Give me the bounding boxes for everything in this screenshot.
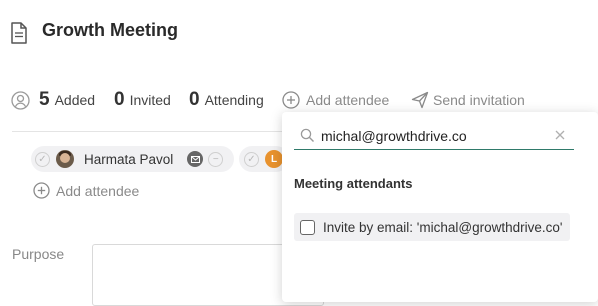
added-label: Added (54, 92, 96, 108)
plus-circle-icon (282, 91, 300, 109)
add-attendee-label: Add attendee (306, 92, 390, 108)
invited-label: Invited (129, 92, 171, 108)
plus-circle-icon (33, 182, 50, 199)
people-icon (11, 91, 30, 115)
avatar: L (265, 150, 283, 168)
remove-icon[interactable]: − (208, 151, 224, 167)
search-input[interactable] (321, 126, 549, 146)
search-box (294, 124, 574, 150)
check-icon[interactable]: ✓ (244, 151, 259, 167)
document-icon (10, 22, 28, 49)
invite-by-email-option[interactable]: Invite by email: 'michal@growthdrive.co' (294, 213, 570, 241)
section-title: Meeting attendants (294, 176, 413, 191)
invited-count: 0 (114, 89, 125, 110)
attending-count: 0 (189, 89, 200, 110)
add-attendee-label: Add attendee (56, 182, 140, 199)
attending-stat: 0 Attending (189, 88, 264, 112)
add-attendee-link[interactable]: Add attendee (33, 182, 139, 199)
close-icon[interactable] (554, 128, 566, 146)
attendee-name: Harmata Pavol (84, 151, 174, 167)
attendee-chip[interactable]: ✓ Harmata Pavol − (31, 146, 234, 172)
attending-label: Attending (204, 92, 264, 108)
added-count: 5 (39, 89, 50, 110)
invite-option-label: Invite by email: 'michal@growthdrive.co' (323, 219, 563, 235)
page-title: Growth Meeting (42, 20, 178, 40)
add-attendee-button[interactable]: Add attendee (282, 88, 389, 112)
send-invitation-button[interactable]: Send invitation (411, 88, 525, 112)
avatar (56, 150, 74, 168)
mail-icon[interactable] (187, 151, 204, 167)
send-invitation-label: Send invitation (433, 92, 525, 108)
invite-checkbox[interactable] (300, 219, 315, 235)
search-icon (300, 128, 315, 148)
paper-plane-icon (411, 91, 429, 109)
added-stat: 5 Added (39, 88, 95, 112)
check-icon[interactable]: ✓ (35, 151, 50, 167)
invited-stat: 0 Invited (114, 88, 171, 112)
purpose-label: Purpose (12, 246, 65, 262)
